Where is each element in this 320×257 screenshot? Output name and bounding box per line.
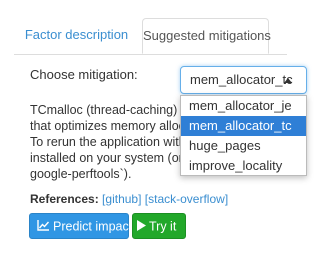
line-chart-icon bbox=[37, 215, 50, 239]
references-label: References: bbox=[30, 192, 99, 206]
mitigation-description: TCmalloc (thread-caching) is an that opt… bbox=[30, 102, 190, 182]
play-icon bbox=[137, 215, 146, 239]
caret-up-icon bbox=[284, 78, 292, 83]
stack-overflow-link[interactable]: [stack-overflow] bbox=[145, 192, 228, 206]
github-link-text[interactable]: github bbox=[105, 192, 138, 206]
mitigation-dropdown: mem_allocator_je mem_allocator_tc huge_p… bbox=[180, 95, 307, 176]
option-improve-locality[interactable]: improve_locality bbox=[181, 156, 306, 176]
try-it-button[interactable]: Try it bbox=[132, 213, 186, 239]
bracket-close: ] bbox=[224, 192, 229, 206]
tab-divider bbox=[14, 54, 287, 55]
try-it-label: Try it bbox=[149, 219, 177, 234]
mitigation-select[interactable]: mem_allocator_tc bbox=[180, 66, 307, 94]
predict-impact-button[interactable]: Predict impact bbox=[29, 213, 133, 239]
tab-factor-description[interactable]: Factor description bbox=[14, 18, 139, 54]
option-mem-allocator-tc[interactable]: mem_allocator_tc bbox=[181, 116, 306, 136]
tab-suggested-mitigations[interactable]: Suggested mitigations bbox=[142, 18, 271, 54]
choose-mitigation-label: Choose mitigation: bbox=[30, 67, 138, 82]
option-huge-pages[interactable]: huge_pages bbox=[181, 136, 306, 156]
references: References: [github] [stack-overflow] bbox=[30, 192, 228, 206]
option-mem-allocator-je[interactable]: mem_allocator_je bbox=[181, 96, 306, 116]
github-link[interactable]: [github] bbox=[102, 192, 141, 206]
description-line: To rerun the application with TC bbox=[30, 135, 190, 149]
mitigation-select-value: mem_allocator_tc bbox=[190, 72, 293, 87]
predict-impact-label: Predict impact bbox=[53, 219, 133, 234]
stack-overflow-link-text[interactable]: stack-overflow bbox=[148, 192, 225, 206]
description-line: that optimizes memory allocati bbox=[30, 119, 190, 133]
bracket-close: ] bbox=[138, 192, 142, 206]
description-line: installed on your system (on ub bbox=[30, 151, 190, 165]
description-line: google-perftools`). bbox=[30, 167, 132, 181]
description-line: TCmalloc (thread-caching) is an bbox=[30, 103, 190, 117]
